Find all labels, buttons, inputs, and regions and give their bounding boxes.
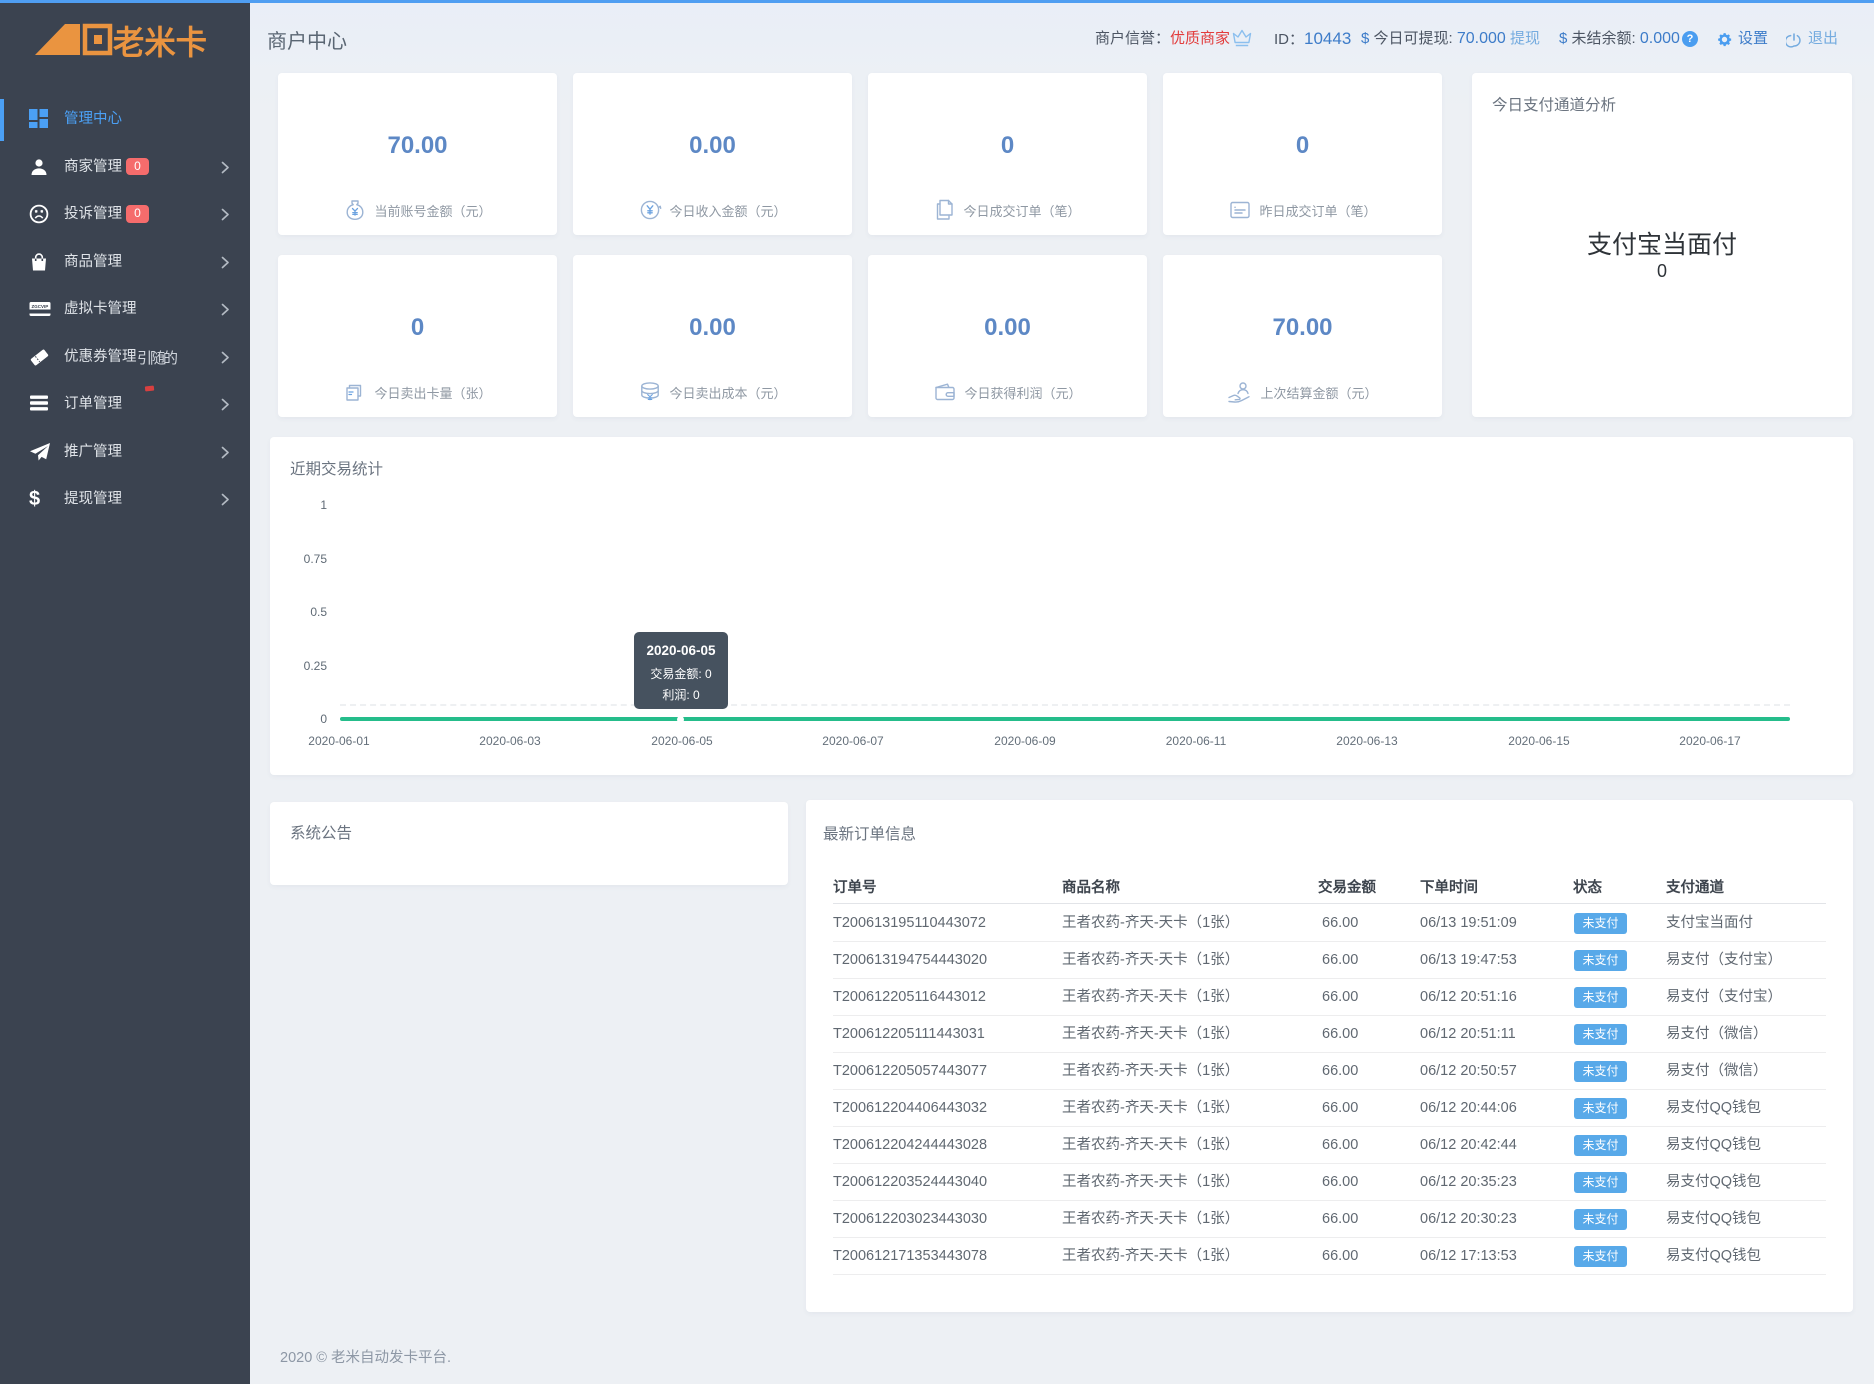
svg-text:老米卡: 老米卡 <box>113 24 207 59</box>
svg-text:ZGCVIP: ZGCVIP <box>32 304 49 309</box>
